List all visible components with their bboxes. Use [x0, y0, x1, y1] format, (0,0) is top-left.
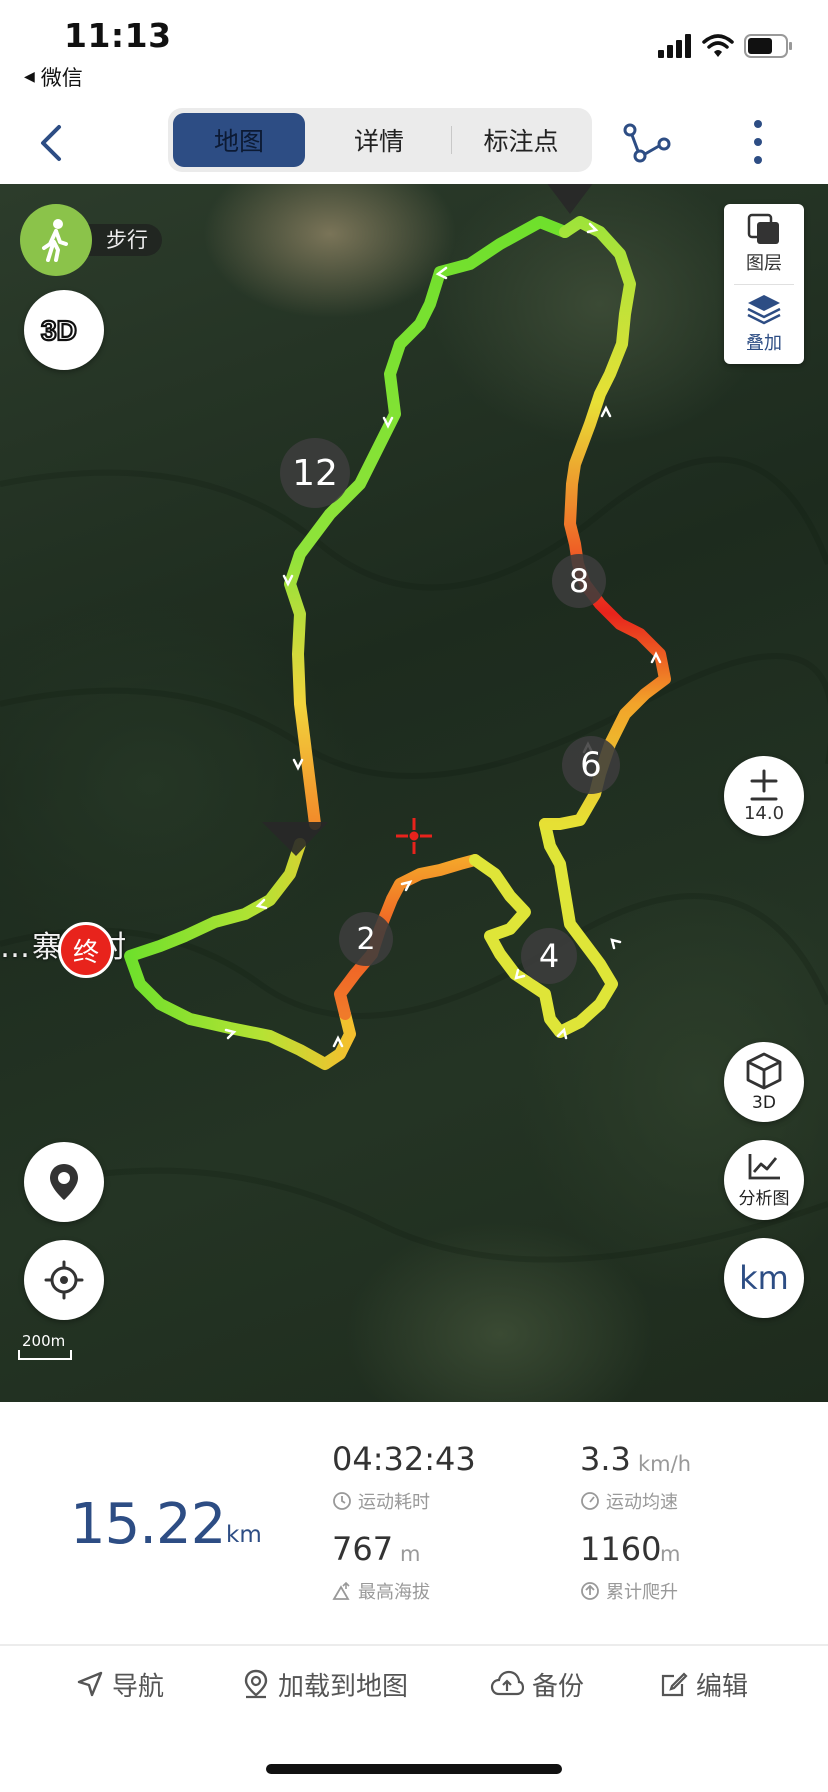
- analysis-chart-label: 分析图: [738, 1188, 790, 1209]
- duration-label: 运动耗时: [358, 1492, 430, 1513]
- locate-target-icon: [44, 1260, 84, 1300]
- navigate-label: 导航: [112, 1671, 165, 1702]
- stack-icon: [747, 295, 781, 325]
- status-time: 11:13: [64, 16, 172, 55]
- analysis-chart-button[interactable]: 分析图: [724, 1140, 804, 1220]
- zoom-button[interactable]: 14.0: [724, 756, 804, 836]
- km-marker-4[interactable]: 4: [521, 928, 577, 984]
- scale-bar: [18, 1350, 72, 1360]
- total-distance: 15.22: [70, 1492, 226, 1557]
- duration-value: 04:32:43: [332, 1440, 476, 1478]
- track-stats: 15.22 km 04:32:43 运动耗时 3.3 km/h 运动均速 767…: [0, 1402, 828, 1644]
- footprint-button[interactable]: [24, 1142, 104, 1222]
- cloud-upload-icon: [490, 1670, 524, 1696]
- clock-icon: [333, 1492, 351, 1510]
- more-menu-button[interactable]: [738, 116, 778, 168]
- track-route: [0, 184, 828, 1263]
- home-indicator[interactable]: [266, 1764, 562, 1774]
- navigate-button[interactable]: 导航: [76, 1664, 164, 1704]
- navigation-arrow-icon: [77, 1671, 103, 1697]
- status-icons: [658, 34, 794, 58]
- total-ascent-unit: m: [660, 1542, 681, 1566]
- tab-separator: [451, 126, 452, 154]
- 3d-text-icon: 3D: [40, 314, 78, 347]
- 3d-view-label: 3D: [752, 1093, 776, 1113]
- wifi-icon: [702, 34, 734, 57]
- plus-minus-icon: [750, 769, 778, 800]
- total-ascent-label-row: 累计爬升: [580, 1578, 678, 1604]
- duration-label-row: 运动耗时: [332, 1488, 430, 1514]
- map-pin-icon: [244, 1669, 268, 1699]
- load-to-map-label: 加载到地图: [278, 1671, 409, 1702]
- speedometer-icon: [581, 1492, 599, 1510]
- end-marker[interactable]: 终: [58, 922, 114, 978]
- cube-icon: [746, 1052, 782, 1090]
- tab-waypoints[interactable]: 标注点: [454, 113, 588, 167]
- avg-speed-label: 运动均速: [606, 1492, 678, 1513]
- 3d-toggle-button[interactable]: 3D: [24, 290, 104, 370]
- more-dot-icon: [754, 138, 762, 146]
- zoom-level: 14.0: [743, 802, 785, 824]
- 3d-view-button[interactable]: 3D: [724, 1042, 804, 1122]
- arrow-up-circle-icon: [581, 1582, 599, 1600]
- back-button[interactable]: [26, 118, 76, 168]
- layers-label: 图层: [746, 253, 782, 274]
- my-location-button[interactable]: [24, 1240, 104, 1320]
- max-altitude-label-row: 最高海拔: [332, 1578, 430, 1604]
- battery-icon: [744, 34, 792, 58]
- max-altitude-value: 767: [332, 1530, 394, 1568]
- back-to-app-link[interactable]: ◀ 微信: [24, 62, 83, 92]
- route-nodes-icon: [623, 123, 671, 163]
- activity-mode-label: 步行: [86, 224, 162, 256]
- total-ascent-label: 累计爬升: [606, 1582, 678, 1603]
- backup-button[interactable]: 备份: [490, 1664, 584, 1704]
- mountain-peak-icon: [332, 1581, 350, 1600]
- unit-label: km: [739, 1259, 789, 1297]
- max-altitude-label: 最高海拔: [358, 1582, 430, 1603]
- layers-button[interactable]: 图层: [724, 204, 804, 284]
- scale-label: 200m: [22, 1332, 66, 1350]
- km-marker-8[interactable]: 8: [552, 554, 606, 608]
- location-pin-icon: [50, 1164, 78, 1200]
- edit-label: 编辑: [696, 1671, 749, 1702]
- back-app-label: 微信: [40, 66, 83, 90]
- chevron-left-icon: [41, 125, 61, 161]
- km-marker-2[interactable]: 2: [339, 912, 393, 966]
- view-segmented-control: 地图 详情 标注点: [168, 108, 592, 172]
- end-marker-label: 终: [72, 937, 99, 968]
- waypoint-flag-icon: [262, 822, 328, 856]
- tab-map[interactable]: 地图: [173, 113, 305, 167]
- activity-mode-chip[interactable]: 步行: [20, 204, 170, 276]
- max-altitude-unit: m: [400, 1542, 421, 1566]
- load-to-map-button[interactable]: 加载到地图: [242, 1664, 408, 1704]
- route-share-button[interactable]: [620, 118, 674, 168]
- avg-speed-label-row: 运动均速: [580, 1488, 678, 1514]
- layers-icon: [747, 213, 779, 244]
- line-chart-icon: [748, 1153, 780, 1179]
- walking-icon: [20, 204, 92, 276]
- more-dot-icon: [754, 156, 762, 164]
- overlay-label: 叠加: [746, 333, 782, 354]
- avg-speed-value: 3.3: [580, 1440, 631, 1478]
- back-triangle-icon: ◀: [24, 69, 35, 85]
- more-dot-icon: [754, 120, 762, 128]
- signal-icon: [658, 34, 691, 58]
- unit-toggle-button[interactable]: km: [724, 1238, 804, 1318]
- total-distance-unit: km: [226, 1522, 262, 1548]
- total-ascent-value: 1160: [580, 1530, 662, 1568]
- avg-speed-unit: km/h: [638, 1452, 692, 1476]
- layer-panel: 图层 叠加: [724, 204, 804, 364]
- crosshair-icon: [396, 818, 432, 854]
- overlay-button[interactable]: 叠加: [724, 284, 804, 364]
- km-marker-6[interactable]: 6: [562, 736, 620, 794]
- km-marker-12[interactable]: 12: [280, 438, 350, 508]
- tab-details[interactable]: 详情: [310, 113, 448, 167]
- edit-icon: [661, 1672, 688, 1697]
- edit-button[interactable]: 编辑: [660, 1664, 748, 1704]
- svg-text:3D: 3D: [41, 315, 77, 346]
- nav-bar: 地图 详情 标注点: [0, 100, 828, 184]
- action-bar: 导航 加载到地图 备份 编辑: [0, 1646, 828, 1722]
- map-view[interactable]: …寨沟村 2 4 6 8 12 终 步行 3D 图层: [0, 184, 828, 1402]
- backup-label: 备份: [532, 1671, 585, 1702]
